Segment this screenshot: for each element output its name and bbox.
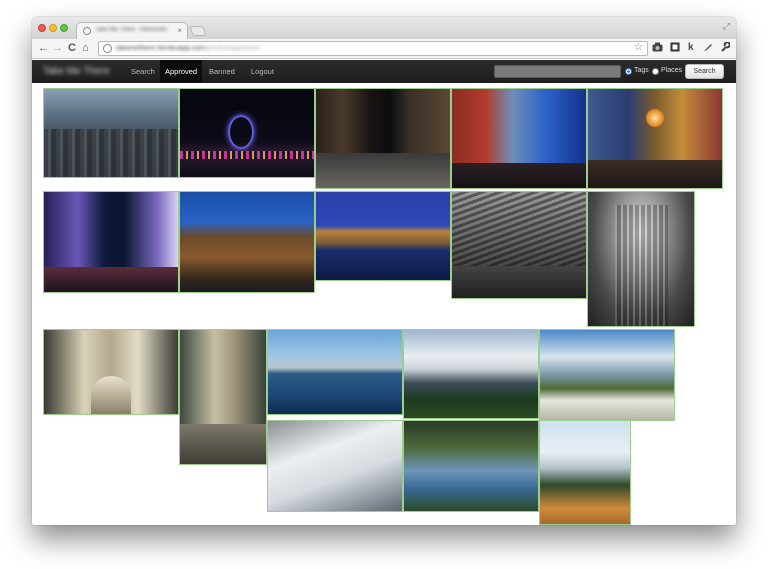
photo-alpine-meadow[interactable]	[539, 420, 631, 525]
search-button[interactable]: Search	[685, 64, 724, 79]
browser-tab[interactable]: Take Me There - Administration ×	[76, 22, 188, 39]
photo-st-pauls-view-1[interactable]	[43, 329, 179, 415]
address-bar[interactable]: takemethere.herokuapp.com/photos/approve…	[98, 41, 648, 56]
browser-toolbar: ← → C ⌂ takemethere.herokuapp.com/photos…	[32, 39, 736, 59]
fullscreen-icon[interactable]: ⤢	[723, 21, 730, 32]
radio-tags-label: Tags	[634, 67, 649, 74]
radio-places[interactable]	[652, 68, 659, 75]
photo-piccadilly-night[interactable]	[43, 191, 179, 293]
bookmark-star-icon[interactable]: ☆	[634, 42, 643, 53]
nav-banned[interactable]: Banned	[204, 60, 240, 83]
photo-bobsleigh-track[interactable]	[267, 420, 403, 512]
back-icon[interactable]: ←	[38, 42, 49, 55]
page-favicon-icon	[83, 27, 91, 35]
photo-london-city-skyline[interactable]	[43, 88, 179, 178]
photo-red-building-dusk[interactable]	[451, 88, 587, 189]
photo-mountain-snow[interactable]	[403, 329, 539, 419]
radio-places-label: Places	[661, 67, 683, 74]
reload-icon[interactable]: C	[68, 42, 76, 55]
nav-search[interactable]: Search	[126, 60, 160, 83]
photo-arcade-bw[interactable]	[587, 191, 695, 327]
tab-title: Take Me There - Administration	[95, 27, 167, 33]
nav-logout[interactable]: Logout	[246, 60, 279, 83]
photo-chinatown-lanterns[interactable]	[587, 88, 723, 189]
radio-tags[interactable]	[625, 68, 632, 75]
minimize-window-button[interactable]	[49, 24, 57, 32]
new-tab-button[interactable]	[189, 26, 207, 36]
photo-mountain-valley[interactable]	[539, 329, 675, 421]
extension-camera-icon[interactable]	[652, 42, 663, 56]
zoom-window-button[interactable]	[60, 24, 68, 32]
app-brand[interactable]: Take Me There	[43, 66, 115, 77]
search-input[interactable]	[494, 65, 621, 78]
browser-window: Take Me There - Administration × ⤢ ← → C…	[32, 17, 736, 525]
extension-k-icon[interactable]: k	[688, 42, 694, 54]
close-window-button[interactable]	[38, 24, 46, 32]
wrench-icon[interactable]	[720, 41, 731, 56]
photo-city-waterfront[interactable]	[267, 329, 403, 415]
nav-approved[interactable]: Approved	[160, 60, 203, 83]
photo-london-eye-night[interactable]	[179, 88, 315, 178]
photo-st-pauls-view-2[interactable]	[179, 329, 267, 465]
page-info-icon[interactable]	[103, 44, 112, 53]
photo-station-roof-bw[interactable]	[451, 191, 587, 299]
forward-icon[interactable]: →	[52, 42, 63, 55]
photo-street-night[interactable]	[315, 88, 451, 189]
photo-gallery	[32, 83, 736, 525]
tab-strip: Take Me There - Administration × ⤢	[32, 17, 736, 39]
photo-houses-of-parliament[interactable]	[315, 191, 451, 281]
tab-close-icon[interactable]: ×	[177, 26, 182, 35]
extension-pen-icon[interactable]	[703, 42, 713, 56]
extension-frame-icon[interactable]	[670, 42, 680, 56]
photo-harrods-building[interactable]	[179, 191, 315, 293]
app-navbar: Take Me There Search Approved Banned Log…	[32, 60, 736, 83]
photo-lake-boat[interactable]	[403, 420, 539, 512]
url-text: takemethere.herokuapp.com/photos/approve…	[116, 45, 260, 52]
home-icon[interactable]: ⌂	[82, 42, 89, 55]
